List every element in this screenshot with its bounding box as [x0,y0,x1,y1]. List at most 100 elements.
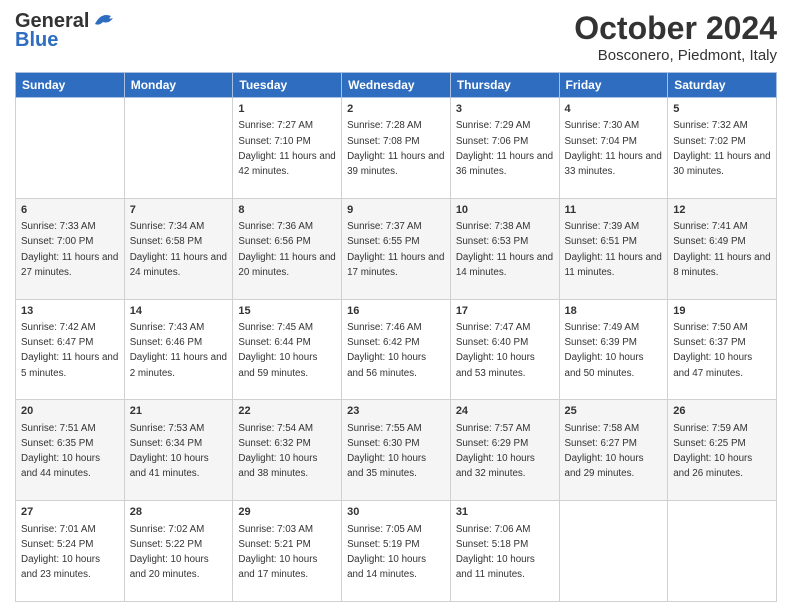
day-number: 3 [456,102,554,117]
logo: General Blue [15,10,119,52]
calendar-week-row: 6 Sunrise: 7:33 AMSunset: 7:00 PMDayligh… [16,198,777,299]
col-monday: Monday [124,73,233,98]
title-section: October 2024 Bosconero, Piedmont, Italy [574,10,777,64]
day-number: 4 [565,102,663,117]
day-info: Sunrise: 7:36 AMSunset: 6:56 PMDaylight:… [238,221,335,278]
day-info: Sunrise: 7:37 AMSunset: 6:55 PMDaylight:… [347,221,444,278]
day-info: Sunrise: 7:57 AMSunset: 6:29 PMDaylight:… [456,423,535,480]
day-info: Sunrise: 7:30 AMSunset: 7:04 PMDaylight:… [565,120,662,177]
col-sunday: Sunday [16,73,125,98]
day-number: 14 [130,304,228,319]
day-info: Sunrise: 7:55 AMSunset: 6:30 PMDaylight:… [347,423,426,480]
table-cell: 5 Sunrise: 7:32 AMSunset: 7:02 PMDayligh… [668,98,777,199]
table-cell: 23 Sunrise: 7:55 AMSunset: 6:30 PMDaylig… [342,400,451,501]
table-cell: 4 Sunrise: 7:30 AMSunset: 7:04 PMDayligh… [559,98,668,199]
table-cell: 29 Sunrise: 7:03 AMSunset: 5:21 PMDaylig… [233,501,342,602]
day-number: 19 [673,304,771,319]
table-cell: 1 Sunrise: 7:27 AMSunset: 7:10 PMDayligh… [233,98,342,199]
day-number: 8 [238,203,336,218]
table-cell: 12 Sunrise: 7:41 AMSunset: 6:49 PMDaylig… [668,198,777,299]
table-cell: 14 Sunrise: 7:43 AMSunset: 6:46 PMDaylig… [124,299,233,400]
day-number: 31 [456,505,554,520]
calendar-table: Sunday Monday Tuesday Wednesday Thursday… [15,72,777,602]
day-number: 21 [130,404,228,419]
day-number: 5 [673,102,771,117]
table-cell: 15 Sunrise: 7:45 AMSunset: 6:44 PMDaylig… [233,299,342,400]
col-friday: Friday [559,73,668,98]
day-number: 17 [456,304,554,319]
table-cell [559,501,668,602]
table-cell: 28 Sunrise: 7:02 AMSunset: 5:22 PMDaylig… [124,501,233,602]
table-cell [16,98,125,199]
day-info: Sunrise: 7:51 AMSunset: 6:35 PMDaylight:… [21,423,100,480]
calendar-week-row: 1 Sunrise: 7:27 AMSunset: 7:10 PMDayligh… [16,98,777,199]
day-number: 23 [347,404,445,419]
day-info: Sunrise: 7:47 AMSunset: 6:40 PMDaylight:… [456,322,535,379]
day-info: Sunrise: 7:41 AMSunset: 6:49 PMDaylight:… [673,221,770,278]
table-cell: 25 Sunrise: 7:58 AMSunset: 6:27 PMDaylig… [559,400,668,501]
day-number: 18 [565,304,663,319]
table-cell: 17 Sunrise: 7:47 AMSunset: 6:40 PMDaylig… [450,299,559,400]
calendar-header-row: Sunday Monday Tuesday Wednesday Thursday… [16,73,777,98]
day-info: Sunrise: 7:01 AMSunset: 5:24 PMDaylight:… [21,524,100,581]
day-info: Sunrise: 7:03 AMSunset: 5:21 PMDaylight:… [238,524,317,581]
table-cell: 8 Sunrise: 7:36 AMSunset: 6:56 PMDayligh… [233,198,342,299]
day-info: Sunrise: 7:46 AMSunset: 6:42 PMDaylight:… [347,322,426,379]
day-info: Sunrise: 7:45 AMSunset: 6:44 PMDaylight:… [238,322,317,379]
day-info: Sunrise: 7:06 AMSunset: 5:18 PMDaylight:… [456,524,535,581]
logo-bird-icon [91,10,119,30]
table-cell: 22 Sunrise: 7:54 AMSunset: 6:32 PMDaylig… [233,400,342,501]
day-number: 9 [347,203,445,218]
day-number: 26 [673,404,771,419]
day-info: Sunrise: 7:42 AMSunset: 6:47 PMDaylight:… [21,322,118,379]
day-info: Sunrise: 7:50 AMSunset: 6:37 PMDaylight:… [673,322,752,379]
day-number: 7 [130,203,228,218]
day-info: Sunrise: 7:39 AMSunset: 6:51 PMDaylight:… [565,221,662,278]
day-number: 22 [238,404,336,419]
table-cell: 3 Sunrise: 7:29 AMSunset: 7:06 PMDayligh… [450,98,559,199]
table-cell: 21 Sunrise: 7:53 AMSunset: 6:34 PMDaylig… [124,400,233,501]
day-info: Sunrise: 7:29 AMSunset: 7:06 PMDaylight:… [456,120,553,177]
day-info: Sunrise: 7:58 AMSunset: 6:27 PMDaylight:… [565,423,644,480]
day-info: Sunrise: 7:02 AMSunset: 5:22 PMDaylight:… [130,524,209,581]
day-info: Sunrise: 7:28 AMSunset: 7:08 PMDaylight:… [347,120,444,177]
table-cell: 7 Sunrise: 7:34 AMSunset: 6:58 PMDayligh… [124,198,233,299]
day-number: 29 [238,505,336,520]
table-cell: 30 Sunrise: 7:05 AMSunset: 5:19 PMDaylig… [342,501,451,602]
day-info: Sunrise: 7:38 AMSunset: 6:53 PMDaylight:… [456,221,553,278]
day-info: Sunrise: 7:59 AMSunset: 6:25 PMDaylight:… [673,423,752,480]
day-number: 13 [21,304,119,319]
table-cell: 31 Sunrise: 7:06 AMSunset: 5:18 PMDaylig… [450,501,559,602]
day-info: Sunrise: 7:53 AMSunset: 6:34 PMDaylight:… [130,423,209,480]
day-info: Sunrise: 7:27 AMSunset: 7:10 PMDaylight:… [238,120,335,177]
day-info: Sunrise: 7:05 AMSunset: 5:19 PMDaylight:… [347,524,426,581]
day-number: 20 [21,404,119,419]
table-cell: 19 Sunrise: 7:50 AMSunset: 6:37 PMDaylig… [668,299,777,400]
calendar-week-row: 13 Sunrise: 7:42 AMSunset: 6:47 PMDaylig… [16,299,777,400]
calendar-week-row: 20 Sunrise: 7:51 AMSunset: 6:35 PMDaylig… [16,400,777,501]
day-number: 28 [130,505,228,520]
table-cell: 9 Sunrise: 7:37 AMSunset: 6:55 PMDayligh… [342,198,451,299]
table-cell: 2 Sunrise: 7:28 AMSunset: 7:08 PMDayligh… [342,98,451,199]
day-number: 1 [238,102,336,117]
day-number: 25 [565,404,663,419]
location: Bosconero, Piedmont, Italy [574,47,777,64]
day-number: 30 [347,505,445,520]
table-cell [668,501,777,602]
calendar-week-row: 27 Sunrise: 7:01 AMSunset: 5:24 PMDaylig… [16,501,777,602]
table-cell: 10 Sunrise: 7:38 AMSunset: 6:53 PMDaylig… [450,198,559,299]
table-cell: 11 Sunrise: 7:39 AMSunset: 6:51 PMDaylig… [559,198,668,299]
page: General Blue October 2024 Bosconero, Pie… [0,0,792,612]
day-info: Sunrise: 7:54 AMSunset: 6:32 PMDaylight:… [238,423,317,480]
day-number: 15 [238,304,336,319]
day-info: Sunrise: 7:43 AMSunset: 6:46 PMDaylight:… [130,322,227,379]
table-cell: 24 Sunrise: 7:57 AMSunset: 6:29 PMDaylig… [450,400,559,501]
header: General Blue October 2024 Bosconero, Pie… [15,10,777,64]
table-cell: 18 Sunrise: 7:49 AMSunset: 6:39 PMDaylig… [559,299,668,400]
day-number: 16 [347,304,445,319]
table-cell: 16 Sunrise: 7:46 AMSunset: 6:42 PMDaylig… [342,299,451,400]
day-info: Sunrise: 7:34 AMSunset: 6:58 PMDaylight:… [130,221,227,278]
day-info: Sunrise: 7:33 AMSunset: 7:00 PMDaylight:… [21,221,118,278]
day-info: Sunrise: 7:49 AMSunset: 6:39 PMDaylight:… [565,322,644,379]
table-cell: 27 Sunrise: 7:01 AMSunset: 5:24 PMDaylig… [16,501,125,602]
